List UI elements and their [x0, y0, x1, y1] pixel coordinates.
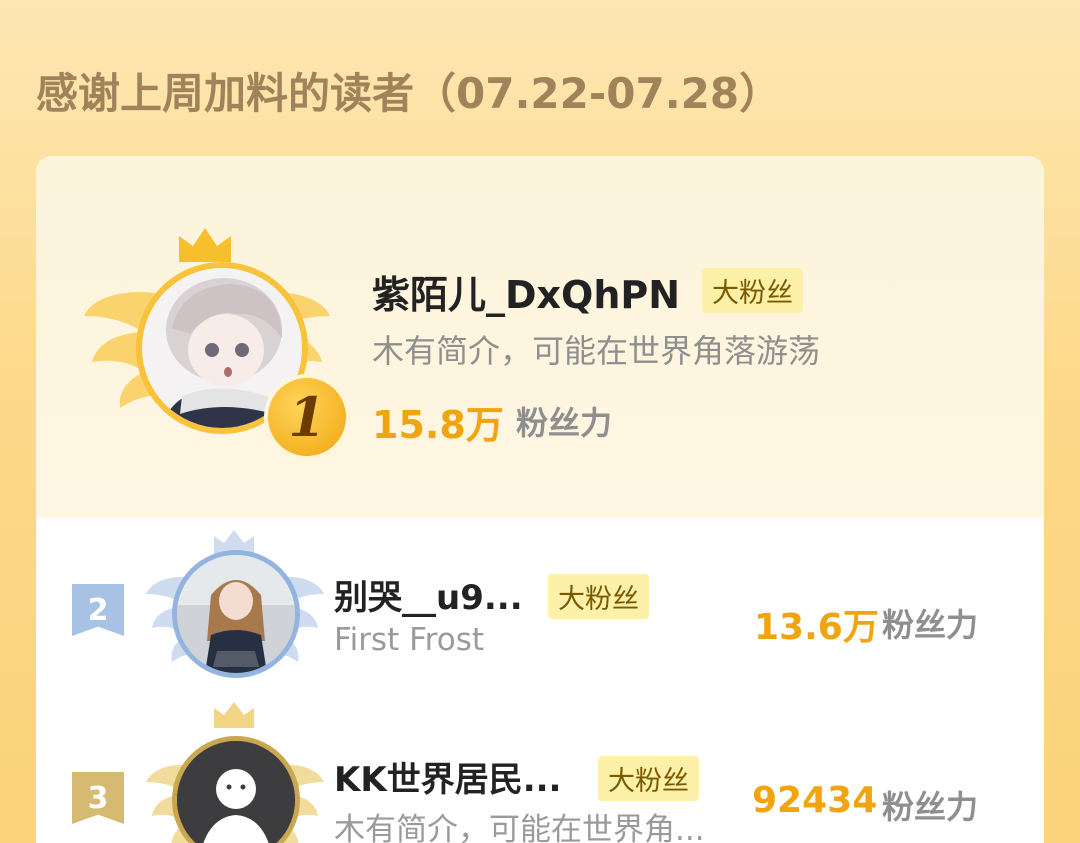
crown-icon — [214, 702, 254, 728]
top-reader-power-label: 粉丝力 — [516, 404, 613, 442]
avatar-image — [177, 555, 295, 673]
reader-name[interactable]: 别哭__u9... — [334, 570, 523, 619]
list-item[interactable]: 2 别哭__u9... 大粉丝 First Frost 13.6万 粉丝力 — [36, 518, 1044, 708]
fan-level-badge: 大粉丝 — [702, 268, 803, 313]
top-reader-power-value: 15.8万 — [372, 403, 504, 447]
reader-name[interactable]: KK世界居民... — [334, 752, 561, 801]
page-title: 感谢上周加料的读者（07.22-07.28） — [36, 69, 782, 118]
reader-power-value: 13.6万 — [754, 607, 879, 648]
default-avatar-icon — [177, 741, 295, 843]
reader-power-value: 92434 — [752, 780, 878, 821]
reader-list: 2 别哭__u9... 大粉丝 First Frost 13.6万 粉丝力 3 … — [36, 518, 1044, 843]
crown-icon — [179, 228, 231, 262]
reader-ranking-card: 1 紫陌儿_DxQhPN 大粉丝 木有简介，可能在世界角落游荡 15.8万 粉丝… — [36, 156, 1044, 843]
list-item[interactable]: 3 KK世界居民... 大粉丝 木有简介，可能在世界角... 92434 粉丝力 — [36, 702, 1044, 843]
reader-description: 木有简介，可能在世界角... — [334, 812, 705, 843]
avatar[interactable] — [172, 736, 300, 843]
reader-power-label: 粉丝力 — [882, 788, 979, 826]
top-reader-avatar-group[interactable]: 1 — [82, 226, 350, 460]
rank-2-badge: 2 — [72, 584, 124, 636]
rank-1-badge: 1 — [264, 374, 350, 460]
top-reader-name[interactable]: 紫陌儿_DxQhPN — [372, 264, 680, 319]
reader-description: First Frost — [334, 622, 485, 658]
avatar[interactable] — [172, 550, 300, 678]
fan-level-badge: 大粉丝 — [598, 756, 699, 801]
top-reader-description: 木有简介，可能在世界角落游荡 — [372, 332, 821, 370]
rank-3-badge: 3 — [72, 772, 124, 824]
fan-level-badge: 大粉丝 — [548, 574, 649, 619]
reader-power-label: 粉丝力 — [882, 606, 979, 644]
top-reader-section[interactable]: 1 紫陌儿_DxQhPN 大粉丝 木有简介，可能在世界角落游荡 15.8万 粉丝… — [36, 156, 1044, 518]
